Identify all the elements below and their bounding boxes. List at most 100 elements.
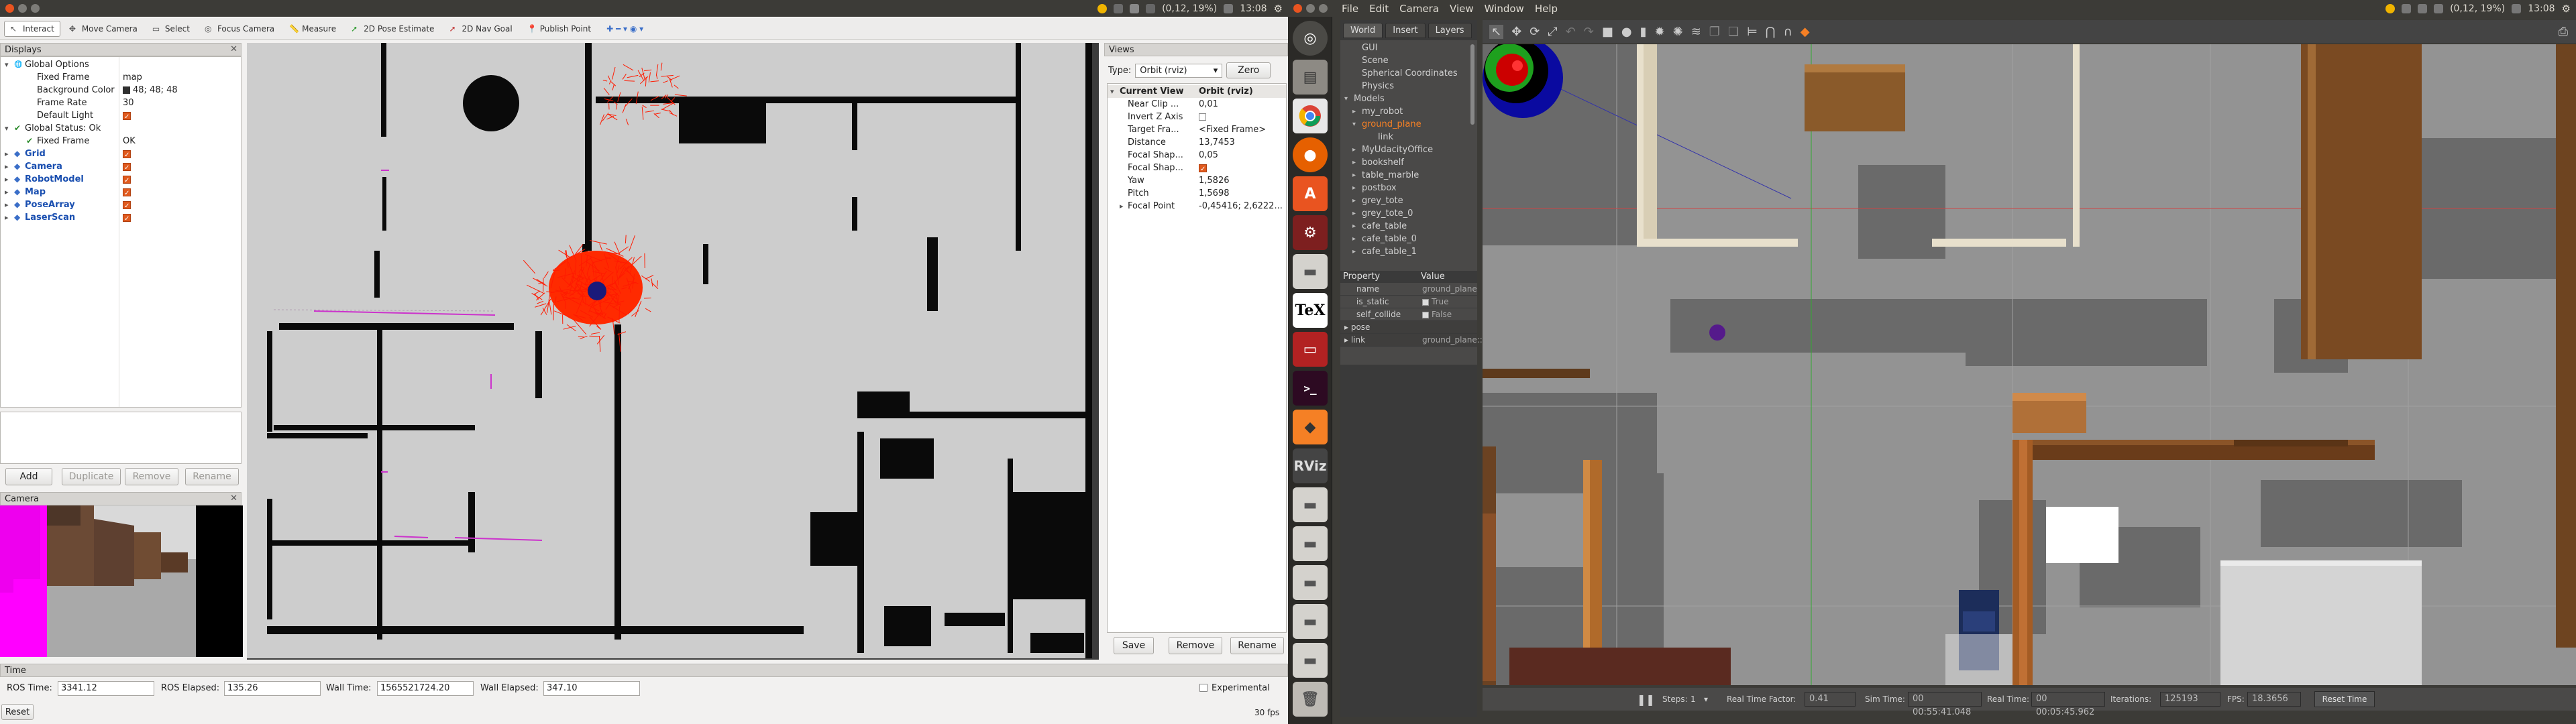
property-row[interactable]: self_collide False [1340, 308, 1477, 321]
view-property-row[interactable]: Focal Shap... 0,05 [1108, 149, 1286, 162]
world-tree-item[interactable]: ▸ cafe_table_1 [1340, 245, 1468, 258]
enable-checkbox[interactable] [123, 162, 131, 174]
expand-arrow-icon[interactable]: ▾ [5, 122, 13, 135]
property-row[interactable]: ▸ pose [1340, 321, 1477, 334]
minimize-window-icon[interactable] [18, 4, 27, 13]
disk-icon[interactable]: ▬ [1293, 254, 1328, 289]
redo-icon[interactable]: ↷ [1584, 25, 1594, 39]
keyboard-icon[interactable] [1130, 3, 1140, 13]
world-tree-item[interactable]: Spherical Coordinates [1340, 67, 1468, 80]
world-tree-item[interactable]: ▸ cafe_table_0 [1340, 233, 1468, 245]
duplicate-display-button[interactable]: Duplicate [62, 468, 121, 485]
bluetooth-icon[interactable] [1146, 3, 1156, 13]
world-tree-item[interactable]: ▸ grey_tote_0 [1340, 207, 1468, 220]
expand-arrow-icon[interactable]: ▸ [1344, 322, 1351, 332]
close-window-icon[interactable] [5, 4, 14, 13]
property-checkbox[interactable] [1422, 311, 1429, 318]
focal-checkbox[interactable] [1199, 163, 1207, 176]
expand-arrow-icon[interactable]: ▸ [5, 160, 13, 173]
enable-checkbox[interactable] [123, 149, 131, 162]
world-tree-item[interactable]: ▾ ground_plane [1340, 118, 1468, 131]
point-light-icon[interactable]: ✹ [1655, 25, 1665, 39]
select-mode-icon[interactable]: ↖ [1489, 24, 1504, 39]
world-tree-item[interactable]: Scene [1340, 54, 1468, 67]
reset-button[interactable]: Reset [1, 704, 34, 720]
close-camera-panel-icon[interactable]: ✕ [230, 493, 237, 503]
tool-interact[interactable]: ↖ Interact [4, 20, 60, 37]
expand-arrow-icon[interactable]: ▸ [1352, 194, 1356, 207]
clock[interactable]: 13:08 [1240, 3, 1267, 14]
menu-view[interactable]: View [1450, 3, 1474, 15]
world-tree-item[interactable]: ▸ cafe_table [1340, 220, 1468, 233]
sphere-shape-icon[interactable]: ● [1621, 25, 1632, 39]
drive-icon-5[interactable]: ▬ [1293, 643, 1328, 678]
world-tree-item[interactable]: Physics [1340, 80, 1468, 93]
bluetooth-icon[interactable] [2434, 3, 2444, 13]
ros-elapsed-field[interactable]: 135.26 [224, 681, 321, 696]
expand-arrow-icon[interactable]: ▸ [1352, 143, 1356, 156]
tool-extra-icons[interactable]: ✚ ━ ▾ ◉ ▾ [606, 24, 643, 34]
spot-light-icon[interactable]: ✺ [1673, 25, 1683, 39]
display-row[interactable]: Background Color 48; 48; 48 [1, 84, 241, 97]
directional-light-icon[interactable]: ≋ [1691, 25, 1701, 39]
expand-arrow-icon[interactable]: ▸ [1352, 105, 1356, 118]
enable-checkbox[interactable] [123, 111, 131, 123]
texmaker-icon[interactable]: TeX [1293, 293, 1328, 328]
rename-display-button[interactable]: Rename [185, 468, 239, 485]
expand-arrow-icon[interactable]: ▸ [5, 186, 13, 198]
rviz-3d-viewport[interactable] [247, 43, 1099, 660]
camera-view[interactable] [0, 505, 243, 657]
undo-icon[interactable]: ↶ [1566, 25, 1576, 39]
experimental-checkbox[interactable] [1199, 684, 1208, 692]
scale-mode-icon[interactable]: ⤢ [1548, 25, 1557, 39]
view-type-select[interactable]: Orbit (rviz) ▾ [1135, 63, 1223, 78]
menu-window[interactable]: Window [1485, 3, 1524, 15]
property-row[interactable]: is_static True [1340, 296, 1477, 308]
gazebo-minimize-icon[interactable] [1306, 4, 1315, 13]
box-shape-icon[interactable]: ■ [1602, 25, 1613, 39]
tool-publish-point[interactable]: 📍 Publish Point [521, 21, 597, 37]
align-icon[interactable]: ⊨ [1747, 25, 1758, 39]
expand-arrow-icon[interactable]: ▸ [1352, 169, 1356, 182]
ros-time-field[interactable]: 3341.12 [58, 681, 154, 696]
menu-file[interactable]: File [1342, 3, 1358, 15]
expand-arrow-icon[interactable]: ▸ [1352, 182, 1356, 194]
view-property-row[interactable]: Yaw 1,5826 [1108, 174, 1286, 187]
expand-arrow-icon[interactable]: ▾ [5, 58, 13, 71]
property-row[interactable]: name ground_plane [1340, 283, 1477, 296]
video-icon[interactable]: ▭ [1293, 332, 1328, 367]
menu-edit[interactable]: Edit [1369, 3, 1389, 15]
ubuntu-dash-icon[interactable]: ◎ [1293, 21, 1328, 56]
expand-arrow-icon[interactable]: ▸ [5, 211, 13, 224]
expand-arrow-icon[interactable]: ▾ [1352, 118, 1356, 131]
gazebo-app-icon[interactable]: ◆ [1293, 410, 1328, 444]
display-row[interactable]: ▸ ◆ RobotModel [1, 173, 241, 187]
expand-arrow-icon[interactable]: ▸ [1352, 220, 1356, 233]
battery-status[interactable]: (0,12, 19%) [2450, 3, 2505, 14]
expand-arrow-icon[interactable]: ▸ [1352, 245, 1356, 258]
reset-time-button[interactable]: Reset Time [2314, 691, 2375, 707]
display-row[interactable]: ▸ ◆ Grid [1, 147, 241, 162]
volume-icon[interactable] [1224, 3, 1234, 13]
view-property-row[interactable]: Invert Z Axis [1108, 111, 1286, 123]
chrome-icon[interactable] [1293, 99, 1328, 133]
chrome-indicator-icon[interactable] [2385, 3, 2396, 13]
close-panel-icon[interactable]: ✕ [230, 44, 237, 54]
network-icon[interactable] [1114, 3, 1124, 13]
enable-checkbox[interactable] [123, 187, 131, 200]
tool-2d-nav-goal[interactable]: ➚ 2D Nav Goal [443, 21, 518, 37]
view-property-row[interactable]: Near Clip ... 0,01 [1108, 98, 1286, 111]
world-tree-item[interactable]: ▸ grey_tote [1340, 194, 1468, 207]
network-icon[interactable] [2402, 3, 2412, 13]
steps-value[interactable]: 1 [1690, 695, 1696, 704]
translate-mode-icon[interactable]: ✥ [1511, 25, 1521, 39]
display-row[interactable]: ▸ ◆ PoseArray [1, 198, 241, 213]
files-icon[interactable]: ▤ [1293, 60, 1328, 95]
display-row[interactable]: ✔ Fixed Frame OK [1, 135, 241, 147]
world-tree-item[interactable]: link [1340, 131, 1468, 143]
world-tree-item[interactable]: GUI [1340, 42, 1468, 54]
view-property-row[interactable]: ▾ Current View Orbit (rviz) [1108, 85, 1286, 98]
system-settings-icon[interactable]: ⚙ [1293, 215, 1328, 250]
invert-checkbox[interactable] [1199, 113, 1206, 121]
world-tree-item[interactable]: ▸ MyUdacityOffice [1340, 143, 1468, 156]
